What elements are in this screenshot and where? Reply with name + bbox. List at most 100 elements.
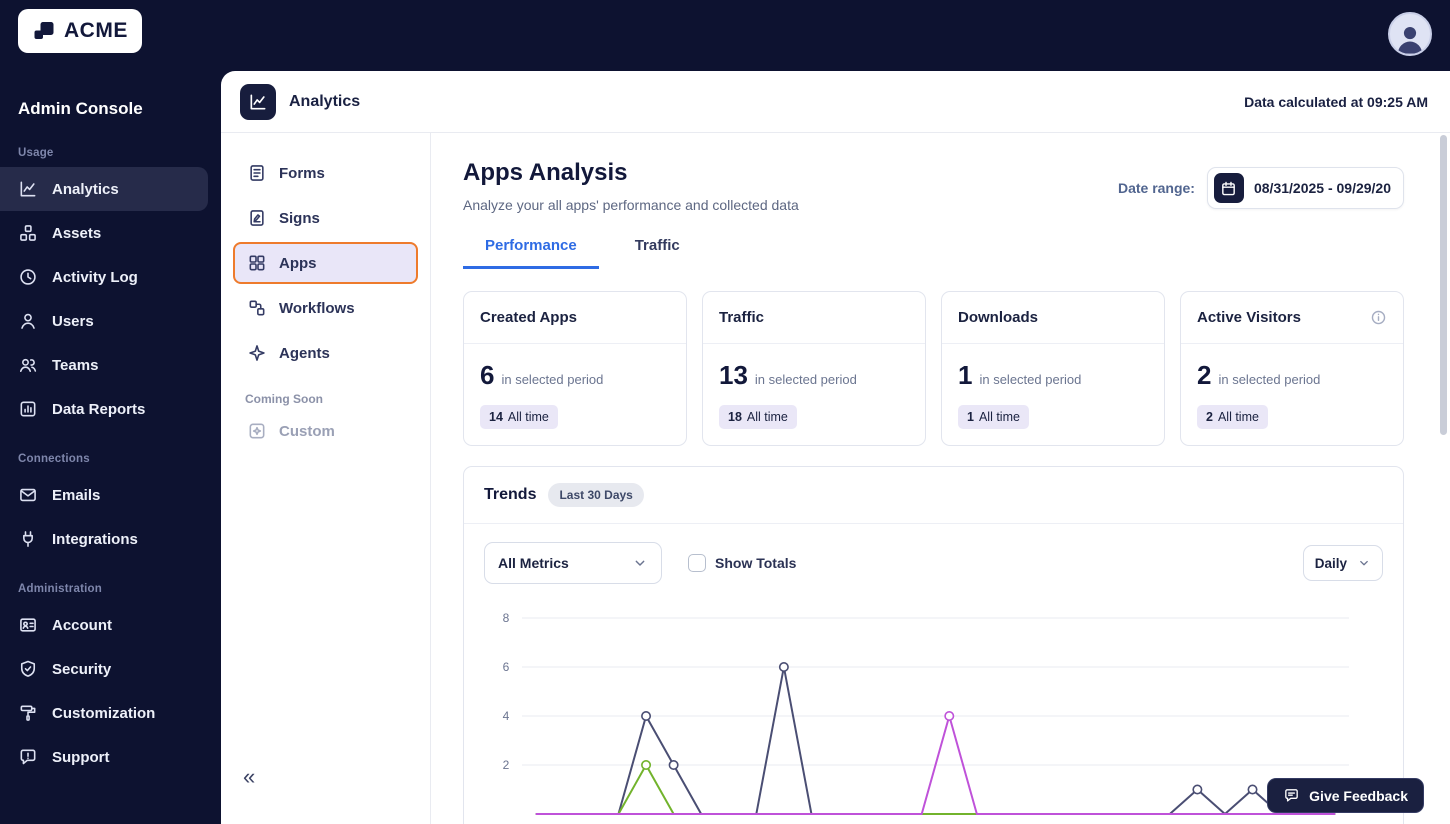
tab-traffic[interactable]: Traffic (613, 237, 702, 269)
all-time-value: 14 (489, 410, 503, 424)
logo-text: ACME (64, 19, 128, 42)
svg-text:6: 6 (503, 660, 510, 674)
trends-chart-area: 2 4 6 8 (482, 602, 1403, 824)
sidebar-item-assets[interactable]: Assets (0, 211, 208, 255)
info-icon[interactable] (1370, 309, 1387, 326)
subnav-item-label: Apps (279, 254, 317, 272)
sidebar-item-label: Assets (52, 224, 102, 242)
stat-caption: in selected period (501, 372, 604, 387)
paint-roller-icon (18, 703, 38, 723)
users-group-icon (18, 355, 38, 375)
shield-check-icon (18, 659, 38, 679)
data-calculated-status: Data calculated at 09:25 AM (1244, 93, 1428, 110)
sidebar-item-data-reports[interactable]: Data Reports (0, 387, 208, 431)
stat-card-traffic: Traffic 13 in selected period 18 All tim… (702, 291, 926, 446)
show-totals-label: Show Totals (715, 555, 797, 571)
module-title: Analytics (289, 92, 361, 110)
subnav-item-label: Agents (279, 344, 330, 362)
custom-sparkle-icon (247, 421, 267, 441)
sidebar-item-customization[interactable]: Customization (0, 691, 208, 735)
chat-bubble-icon (18, 747, 38, 767)
svg-text:2: 2 (503, 758, 510, 772)
sidebar-item-security[interactable]: Security (0, 647, 208, 691)
page-title: Apps Analysis (463, 159, 628, 186)
sidebar-item-label: Security (52, 660, 112, 678)
user-icon (18, 311, 38, 331)
all-time-label: All time (507, 410, 549, 424)
document-signature-icon (247, 208, 267, 228)
stat-title: Traffic (719, 309, 765, 326)
envelope-icon (18, 485, 38, 505)
calendar-icon (1213, 173, 1244, 203)
sidebar: Admin Console Usage Analytics Assets Act… (0, 71, 221, 824)
subnav-item-agents[interactable]: Agents (233, 332, 418, 374)
sidebar-item-label: Emails (52, 486, 101, 504)
chevron-down-icon (1357, 556, 1371, 570)
subnav-item-custom: Custom (233, 410, 418, 452)
stat-caption: in selected period (979, 372, 1082, 387)
stat-card-active-visitors: Active Visitors 2 in selected period 2 A… (1180, 291, 1404, 446)
interval-select-value: Daily (1314, 555, 1347, 571)
subnav-item-forms[interactable]: Forms (233, 152, 418, 194)
document-lines-icon (247, 163, 267, 183)
all-time-badge: 2 All time (1197, 405, 1268, 429)
subnav-item-signs[interactable]: Signs (233, 197, 418, 239)
interval-select[interactable]: Daily (1302, 545, 1383, 581)
stat-value: 6 (480, 360, 495, 390)
topbar: ACME (0, 0, 1450, 71)
user-avatar[interactable] (1388, 12, 1432, 56)
stat-caption: in selected period (754, 372, 857, 387)
metrics-select[interactable]: All Metrics (484, 542, 662, 584)
content-area: Apps Analysis Analyze your all apps' per… (431, 133, 1450, 824)
report-chart-icon (18, 399, 38, 419)
history-clock-icon (18, 267, 38, 287)
acme-logo[interactable]: ACME (18, 9, 142, 53)
sidebar-item-users[interactable]: Users (0, 299, 208, 343)
stat-card-created-apps: Created Apps 6 in selected period 14 All… (463, 291, 687, 446)
trends-chart: 2 4 6 8 (503, 611, 1349, 815)
svg-text:4: 4 (503, 709, 510, 723)
stat-card-downloads: Downloads 1 in selected period 1 All tim… (941, 291, 1165, 446)
stat-value: 13 (719, 360, 748, 390)
sidebar-item-teams[interactable]: Teams (0, 343, 208, 387)
assets-icon (18, 223, 38, 243)
page-subtitle: Analyze your all apps' performance and c… (463, 197, 799, 213)
sidebar-item-label: Integrations (52, 530, 138, 548)
show-totals-checkbox[interactable] (688, 554, 706, 572)
trends-card: Trends Last 30 Days All Metrics Show Tot… (463, 466, 1404, 824)
stat-caption: in selected period (1218, 372, 1321, 387)
collapse-subnav-button[interactable]: « (243, 766, 255, 788)
all-time-label: All time (1217, 410, 1259, 424)
plug-icon (18, 529, 38, 549)
subnav-item-workflows[interactable]: Workflows (233, 287, 418, 329)
all-time-badge: 1 All time (958, 405, 1029, 429)
chevron-down-icon (632, 555, 648, 571)
date-range-picker[interactable]: 08/31/2025 - 09/29/20 (1206, 167, 1404, 209)
date-range-label: Date range: (1117, 180, 1195, 196)
stat-value: 2 (1197, 360, 1212, 390)
sidebar-item-label: Support (52, 748, 110, 766)
give-feedback-button[interactable]: Give Feedback (1267, 778, 1424, 813)
stat-title: Active Visitors (1197, 309, 1301, 326)
sidebar-item-label: Analytics (52, 180, 119, 198)
tab-performance[interactable]: Performance (463, 237, 599, 269)
sidebar-item-label: Customization (52, 704, 156, 722)
sidebar-item-analytics[interactable]: Analytics (0, 167, 208, 211)
vertical-scrollbar[interactable] (1440, 135, 1447, 435)
all-time-value: 1 (967, 410, 974, 424)
section-label-connections: Connections (18, 453, 90, 465)
console-title: Admin Console (18, 99, 143, 118)
sidebar-item-activity-log[interactable]: Activity Log (0, 255, 208, 299)
subnav-item-apps[interactable]: Apps (233, 242, 418, 284)
id-card-icon (18, 615, 38, 635)
apps-grid-icon (247, 253, 267, 273)
subnav-item-label: Forms (279, 164, 325, 182)
sidebar-item-support[interactable]: Support (0, 735, 208, 779)
trends-period-badge: Last 30 Days (548, 483, 644, 507)
sidebar-item-account[interactable]: Account (0, 603, 208, 647)
all-time-badge: 14 All time (480, 405, 558, 429)
chart-line-icon (18, 179, 38, 199)
sidebar-item-emails[interactable]: Emails (0, 473, 208, 517)
trends-title: Trends (484, 486, 537, 503)
sidebar-item-integrations[interactable]: Integrations (0, 517, 208, 561)
